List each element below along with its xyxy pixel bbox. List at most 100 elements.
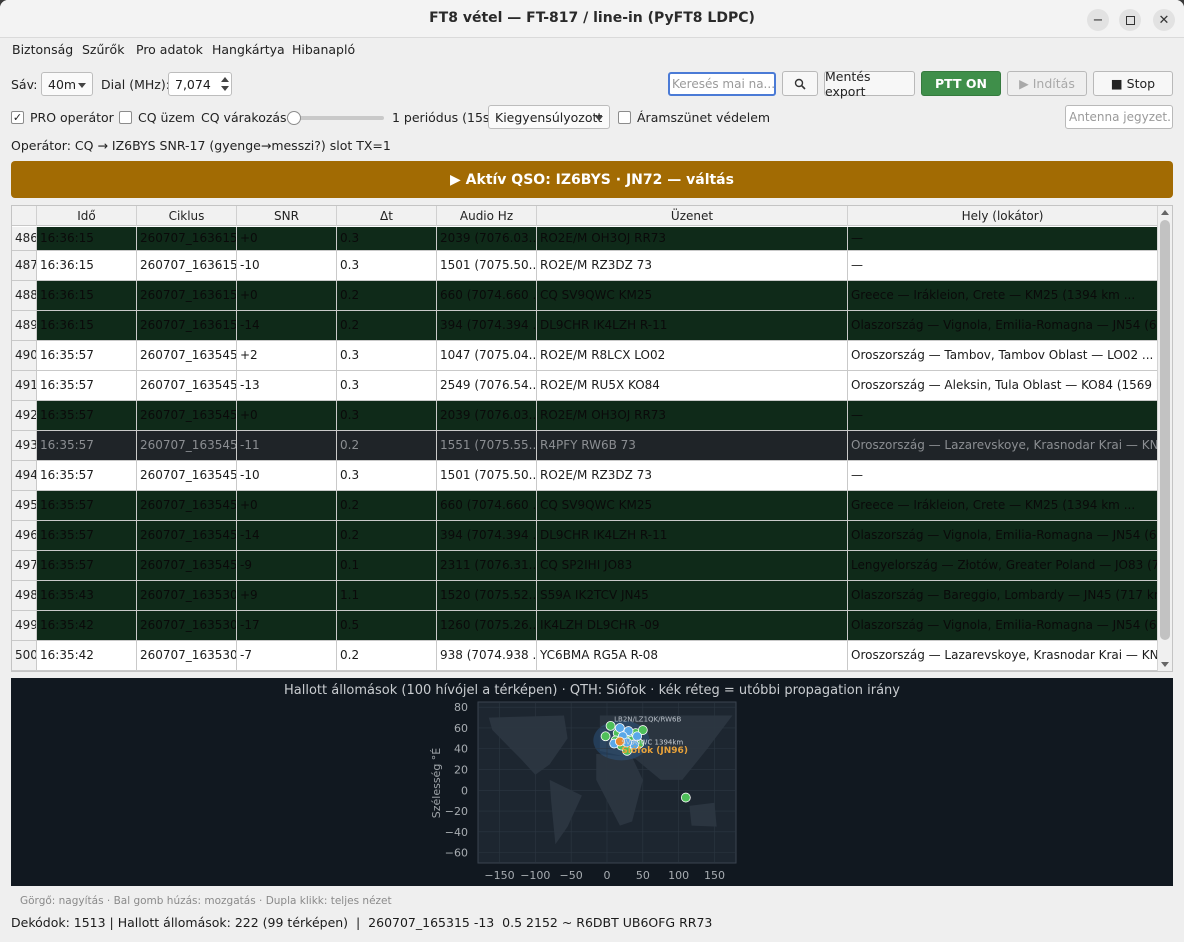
minimize-button[interactable]: − (1087, 9, 1109, 31)
map-ylabel: Szélesség °É (430, 748, 443, 819)
scrollbar-thumb[interactable] (1160, 220, 1170, 640)
operator-status: Operátor: CQ → IZ6BYS SNR-17 (gyenge→mes… (11, 138, 391, 153)
menu-pro-adatok[interactable]: Pro adatok (136, 42, 203, 57)
row-number: 486 (12, 227, 37, 250)
table-cell: RO2E/M R8LCX LO02 (537, 341, 848, 370)
station-marker (600, 731, 611, 742)
map-panel[interactable]: Hallott állomások (100 hívójel a térképe… (11, 678, 1173, 886)
power-protect-checkbox[interactable] (618, 111, 631, 124)
table-scrollbar[interactable] (1157, 206, 1172, 671)
table-cell: 16:35:57 (37, 551, 137, 580)
chevron-down-icon (595, 116, 603, 121)
table-cell: RO2E/M RZ3DZ 73 (537, 461, 848, 490)
band-select[interactable]: 40m (41, 72, 93, 96)
table-cell: RO2E/M OH3OJ RR73 (537, 227, 848, 250)
row-number: 499 (12, 611, 37, 640)
cluster-label: LB2N/LZ1QK/RW6B (614, 716, 681, 724)
spin-up-icon[interactable] (221, 77, 229, 82)
table-cell: -11 (237, 431, 337, 460)
search-input[interactable]: Keresés mai na... (668, 72, 776, 96)
row-number: 498 (12, 581, 37, 610)
cq-mode-checkbox[interactable] (119, 111, 132, 124)
table-cell: -10 (237, 251, 337, 280)
table-cell: 0.2 (337, 491, 437, 520)
table-cell: 0.2 (337, 431, 437, 460)
mode-select[interactable]: Kiegyensúlyozott (488, 105, 610, 129)
search-button[interactable] (782, 71, 818, 96)
table-cell: — (848, 461, 1158, 490)
menu-hibanaplo[interactable]: Hibanapló (292, 42, 355, 57)
header-dt[interactable]: Δt (337, 206, 437, 226)
decode-table[interactable]: Idő Ciklus SNR Δt Audio Hz Üzenet Hely (… (11, 205, 1173, 672)
header-cycle[interactable]: Ciklus (137, 206, 237, 226)
cq-wait-slider[interactable] (288, 116, 384, 120)
station-map[interactable]: Hallott állomások (100 hívójel a térképe… (11, 678, 1173, 886)
ptt-button[interactable]: PTT ON (921, 71, 1001, 96)
status-bar: Dekódok: 1513 | Hallott állomások: 222 (… (11, 915, 713, 930)
table-cell: +2 (237, 341, 337, 370)
close-button[interactable]: ✕ (1153, 9, 1175, 31)
header-snr[interactable]: SNR (237, 206, 337, 226)
table-cell: — (848, 401, 1158, 430)
dial-spinbox[interactable]: 7,074 (168, 72, 232, 96)
menu-biztonsag[interactable]: Biztonság (12, 42, 73, 57)
maximize-button[interactable] (1119, 9, 1141, 31)
export-button[interactable]: Mentés export (824, 69, 915, 99)
spin-down-icon[interactable] (221, 86, 229, 91)
start-button[interactable]: ▶ Indítás (1007, 71, 1087, 96)
search-icon (794, 78, 806, 90)
stop-button[interactable]: ■ Stop (1093, 71, 1173, 96)
table-row[interactable]: 490 16:35:57 260707_163545 +2 0.3 1047 (7075.… (12, 341, 1158, 371)
active-qso-banner[interactable]: ▶ Aktív QSO: IZ6BYS · JN72 — váltás (11, 161, 1173, 198)
header-audio[interactable]: Audio Hz (437, 206, 537, 226)
table-cell: 16:35:43 (37, 581, 137, 610)
active-qso-text: ▶ Aktív QSO: IZ6BYS · JN72 — váltás (450, 171, 734, 188)
table-row[interactable]: 492 16:35:57 260707_163545 +0 0.3 2039 (7076.… (12, 401, 1158, 431)
antenna-note-input[interactable]: Antenna jegyzet... (1065, 105, 1173, 129)
map-ytick-label: 40 (454, 743, 468, 756)
table-row[interactable]: 497 16:35:57 260707_163545 -9 0.1 2311 (7076.… (12, 551, 1158, 581)
window-title: FT8 vétel — FT-817 / line-in (PyFT8 LDPC… (429, 10, 755, 26)
table-cell: 394 (7074.394 ... (437, 311, 537, 340)
table-row[interactable]: 494 16:35:57 260707_163545 -10 0.3 1501 (7075… (12, 461, 1158, 491)
table-row[interactable]: 488 16:36:15 260707_163615 +0 0.2 660 (7074.6… (12, 281, 1158, 311)
table-row[interactable]: 499 16:35:42 260707_163530 -17 0.5 1260 (7075… (12, 611, 1158, 641)
row-number: 497 (12, 551, 37, 580)
cq-wait-slider-handle[interactable] (287, 111, 301, 125)
antenna-note-placeholder: Antenna jegyzet... (1069, 110, 1173, 124)
mode-value: Kiegyensúlyozott (495, 110, 603, 125)
row-number: 492 (12, 401, 37, 430)
scroll-up-icon[interactable] (1161, 210, 1169, 215)
row-number: 491 (12, 371, 37, 400)
row-number: 496 (12, 521, 37, 550)
header-location[interactable]: Hely (lokátor) (848, 206, 1158, 226)
table-row[interactable]: 489 16:36:15 260707_163615 -14 0.2 394 (7074.… (12, 311, 1158, 341)
table-cell: DL9CHR IK4LZH R-11 (537, 521, 848, 550)
table-row[interactable]: 486 16:36:15 260707_163615 +0 0.3 2039 (7076.… (12, 227, 1158, 251)
table-cell: 660 (7074.660 ... (437, 491, 537, 520)
table-cell: 1520 (7075.52... (437, 581, 537, 610)
table-row[interactable]: 491 16:35:57 260707_163545 -13 0.3 2549 (7076… (12, 371, 1158, 401)
table-row[interactable]: 496 16:35:57 260707_163545 -14 0.2 394 (7074.… (12, 521, 1158, 551)
table-cell: 16:35:42 (37, 611, 137, 640)
header-time[interactable]: Idő (37, 206, 137, 226)
band-label: Sáv: (11, 77, 38, 92)
map-ytick-label: −20 (445, 805, 468, 818)
pro-operator-checkbox[interactable]: ✓ (11, 111, 24, 124)
table-row[interactable]: 495 16:35:57 260707_163545 +0 0.2 660 (7074.6… (12, 491, 1158, 521)
table-cell: 260707_163545 (137, 341, 237, 370)
header-message[interactable]: Üzenet (537, 206, 848, 226)
table-cell: -13 (237, 371, 337, 400)
cq-mode-label: CQ üzem (138, 110, 195, 125)
menu-hangkartya[interactable]: Hangkártya (212, 42, 285, 57)
table-row[interactable]: 498 16:35:43 260707_163530 +9 1.1 1520 (7075.… (12, 581, 1158, 611)
table-row[interactable]: 493 16:35:57 260707_163545 -11 0.2 1551 (7075… (12, 431, 1158, 461)
power-protect-label: Áramszünet védelem (637, 110, 771, 125)
table-cell: 1.1 (337, 581, 437, 610)
map-hint: Görgő: nagyítás · Bal gomb húzás: mozgat… (20, 895, 392, 907)
table-row[interactable]: 500 16:35:42 260707_163530 -7 0.2 938 (7074.9… (12, 641, 1158, 671)
table-row[interactable]: 487 16:36:15 260707_163615 -10 0.3 1501 (7075… (12, 251, 1158, 281)
scroll-down-icon[interactable] (1161, 662, 1169, 667)
table-cell: -7 (237, 641, 337, 670)
menu-szurok[interactable]: Szűrők (82, 42, 124, 57)
